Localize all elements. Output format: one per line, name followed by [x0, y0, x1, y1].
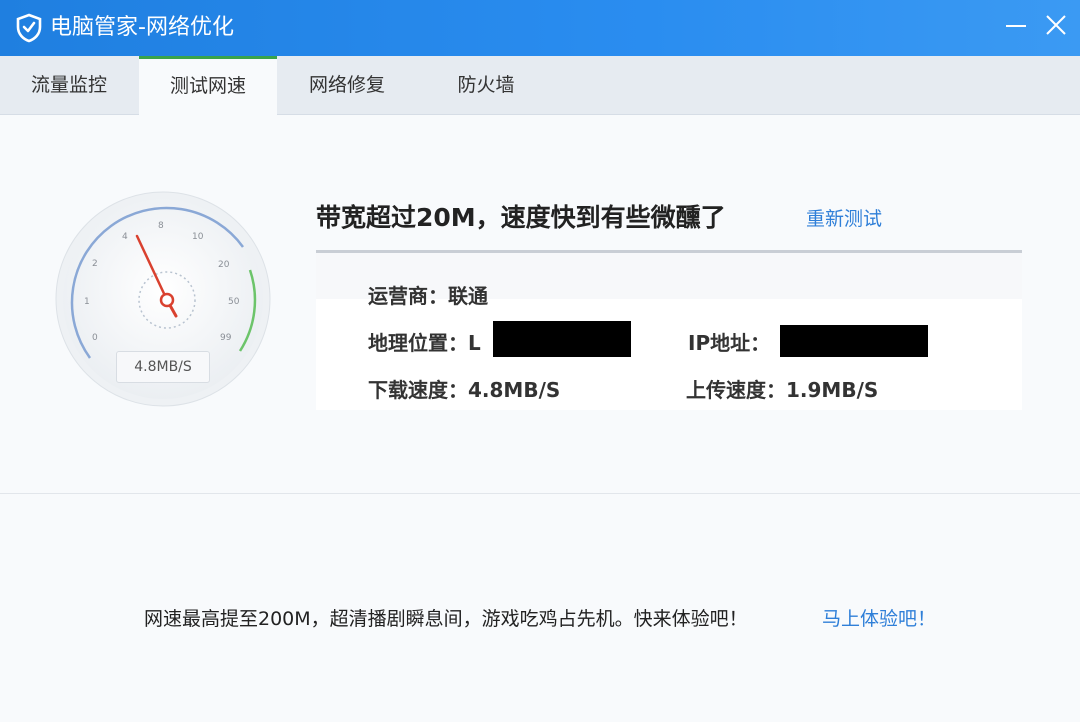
- gauge-tick: 2: [92, 259, 98, 269]
- upload-value: 1.9MB/S: [786, 378, 879, 402]
- download-value: 4.8MB/S: [468, 378, 561, 402]
- gauge-tick: 0: [92, 333, 98, 343]
- gauge-tick: 4: [122, 232, 128, 242]
- gauge-tick: 99: [220, 333, 232, 343]
- close-icon[interactable]: [1042, 14, 1070, 36]
- location-label: 地理位置：: [368, 331, 468, 355]
- gauge-tick: 20: [218, 260, 230, 270]
- promo-link[interactable]: 马上体验吧！: [822, 604, 936, 631]
- upload-info: 上传速度：1.9MB/S: [686, 374, 878, 403]
- gauge-tick: 8: [158, 221, 164, 231]
- tab-traffic-monitor[interactable]: 流量监控: [0, 56, 138, 114]
- redacted-location: [493, 321, 631, 357]
- location-value: L: [468, 331, 481, 355]
- isp-label: 运营商：: [368, 284, 448, 308]
- gauge-tick: 10: [192, 232, 204, 242]
- window-title: 电脑管家-网络优化: [50, 15, 234, 40]
- gauge-hub: [159, 292, 175, 308]
- tab-bar: 流量监控 测试网速 网络修复 防火墙: [0, 56, 1080, 115]
- result-headline: 带宽超过20M，速度快到有些微醺了: [316, 203, 726, 232]
- tab-speed-test[interactable]: 测试网速: [139, 56, 277, 115]
- promo-text: 网速最高提至200M，超清播剧瞬息间，游戏吃鸡占先机。快来体验吧！: [144, 608, 748, 630]
- ip-info: IP地址：: [688, 327, 770, 356]
- download-label: 下载速度：: [368, 378, 468, 402]
- tab-firewall[interactable]: 防火墙: [417, 56, 555, 114]
- retest-link[interactable]: 重新测试: [806, 204, 882, 231]
- redacted-ip: [780, 325, 928, 357]
- gauge-tick: 50: [228, 297, 240, 307]
- gauge-tick: 1: [84, 297, 90, 307]
- download-info: 下载速度：4.8MB/S: [368, 374, 560, 403]
- section-divider: [0, 493, 1080, 494]
- ip-label: IP地址：: [688, 331, 771, 355]
- gauge-readout: 4.8MB/S: [116, 351, 210, 383]
- minimize-icon[interactable]: [1002, 14, 1030, 36]
- location-info: 地理位置：L: [368, 327, 481, 356]
- title-bar: 电脑管家-网络优化: [0, 0, 1080, 56]
- isp-info: 运营商：联通: [368, 280, 488, 309]
- shield-logo-icon: [16, 13, 42, 43]
- isp-value: 联通: [448, 284, 488, 308]
- upload-label: 上传速度：: [686, 378, 786, 402]
- tab-network-repair[interactable]: 网络修复: [278, 56, 416, 114]
